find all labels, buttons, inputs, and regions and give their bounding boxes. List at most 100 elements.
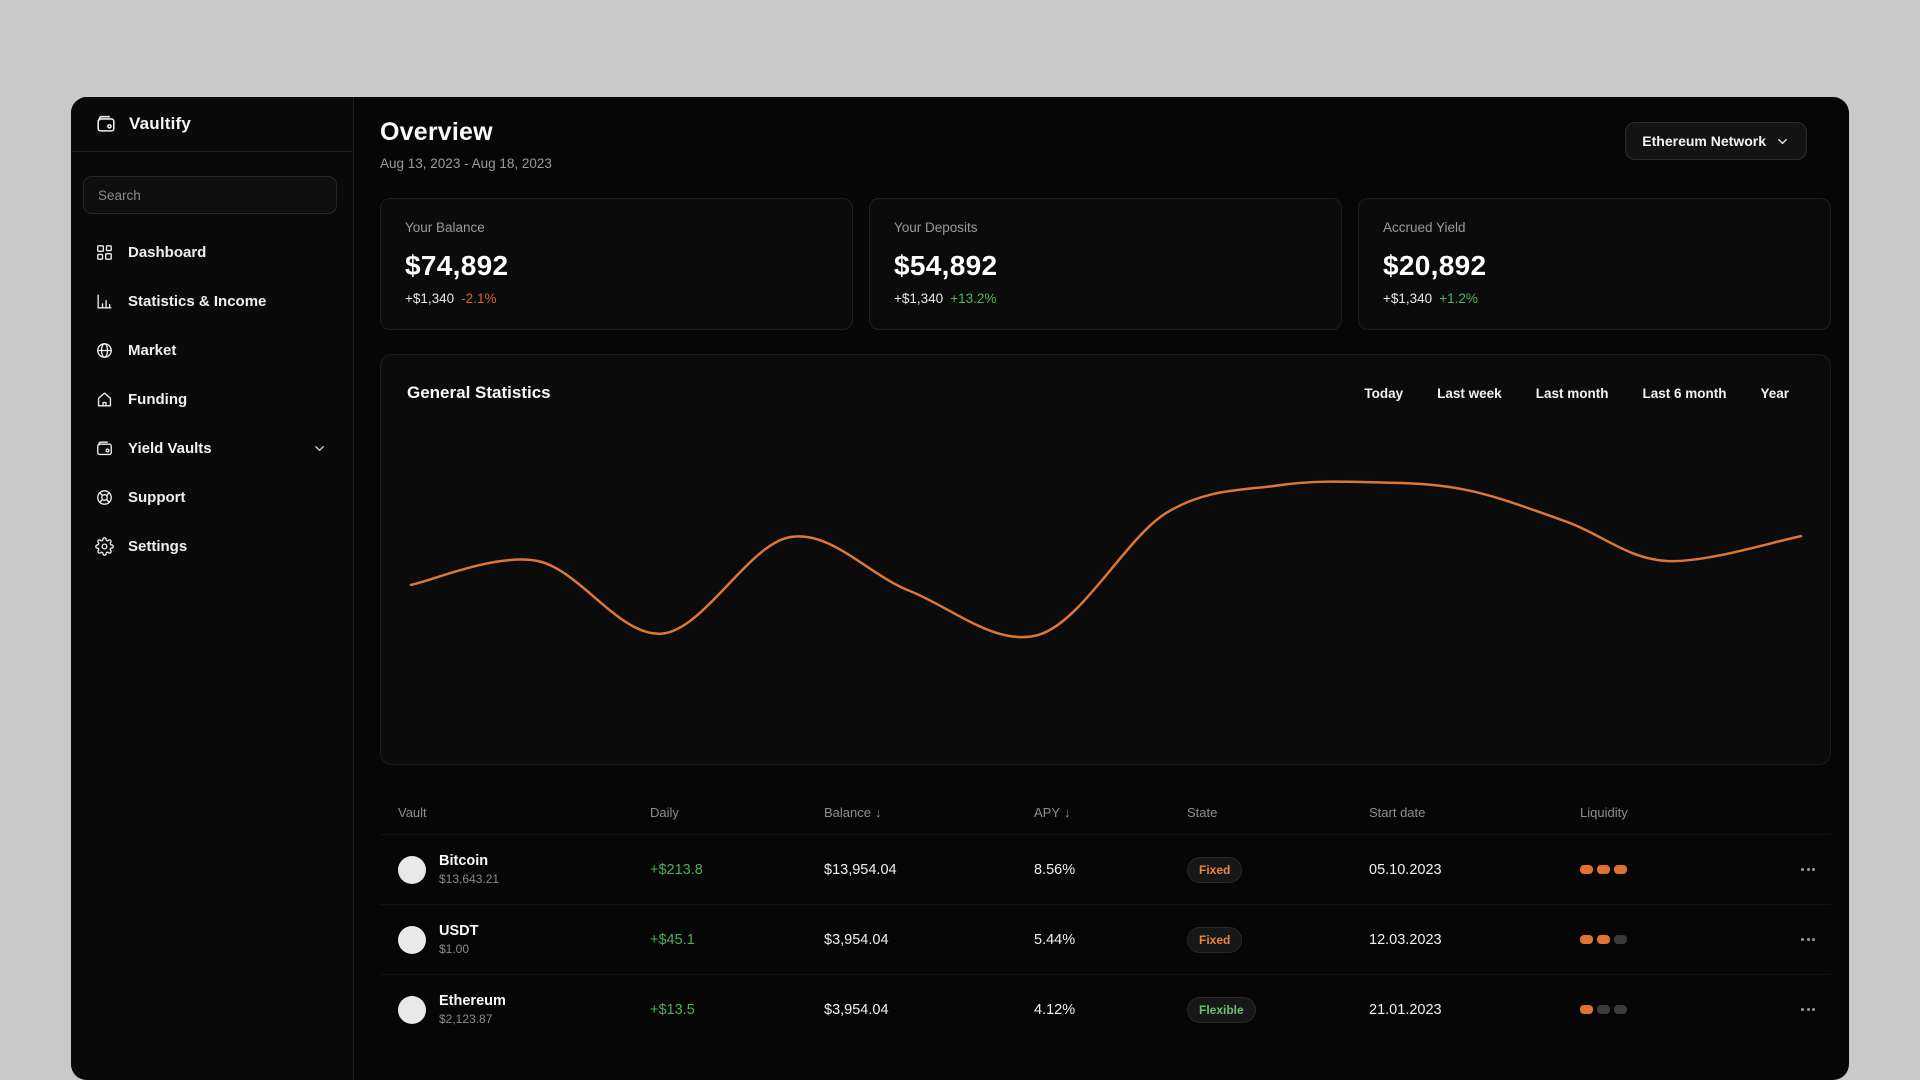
stat-change-percent: +1.2% [1439,291,1478,306]
sidebar: Vaultify Dashboard [71,97,354,1080]
table-header-row: Vault Daily Balance ↓ APY ↓ State Start da… [380,790,1831,834]
vault-avatar [398,925,426,954]
apy-value: 8.56% [1034,861,1076,878]
stat-card-label: Your Balance [405,220,485,235]
lifebuoy-icon [95,488,114,507]
home-icon [95,390,114,409]
wallet-logo-icon [95,113,117,135]
network-selector-button[interactable]: Ethereum Network [1625,122,1807,160]
page-title: Overview [380,118,493,146]
stat-change-percent: +13.2% [950,291,997,306]
statistics-line-chart [409,480,1803,639]
liquidity-indicator [1580,1005,1758,1014]
sidebar-item-settings[interactable]: Settings [71,522,353,571]
stat-cards-row: Your Balance $74,892 +$1,340 -2.1% Your … [380,198,1831,330]
vault-price: $2,123.87 [439,1012,493,1026]
gear-icon [95,537,114,556]
stat-change-amount: +$1,340 [894,291,944,306]
sidebar-item-yield-vaults[interactable]: Yield Vaults [71,424,353,473]
stat-card-deposits: Your Deposits $54,892 +$1,340 +13.2% [869,198,1342,330]
table-row[interactable]: Ethereum $2,123.87 +$13.5 $3,954.04 4.12… [380,974,1831,1044]
general-statistics-panel: General Statistics Today Last week Last … [380,354,1831,765]
stat-change-amount: +$1,340 [1383,291,1433,306]
row-menu-button[interactable] [1758,868,1831,871]
column-header-vault[interactable]: Vault [398,805,650,820]
app-window: Vaultify Dashboard [71,97,1849,1080]
ellipsis-icon [1801,868,1804,871]
app-logo: Vaultify [71,97,353,152]
stat-card-balance: Your Balance $74,892 +$1,340 -2.1% [380,198,853,330]
ellipsis-icon [1801,1008,1804,1011]
sidebar-item-label: Support [128,489,186,506]
liquidity-indicator [1580,935,1758,944]
main-content: Overview Aug 13, 2023 - Aug 18, 2023 Eth… [354,97,1849,1080]
column-header-daily[interactable]: Daily [650,805,824,820]
vault-avatar [398,995,426,1024]
sidebar-item-label: Market [128,342,177,359]
sort-desc-icon: ↓ [874,804,882,820]
sidebar-item-label: Yield Vaults [128,440,212,457]
state-badge: Fixed [1187,856,1243,883]
start-date: 21.01.2023 [1369,1001,1442,1018]
balance-value: $13,954.04 [824,861,897,878]
date-range: Aug 13, 2023 - Aug 18, 2023 [380,156,552,171]
vault-name: Ethereum [439,993,506,1009]
state-badge: Fixed [1187,926,1243,953]
sidebar-item-label: Funding [128,391,188,408]
table-row[interactable]: Bitcoin $13,643.21 +$213.8 $13,954.04 8.… [380,834,1831,904]
sidebar-item-market[interactable]: Market [71,326,353,375]
ellipsis-icon [1801,938,1804,941]
state-badge: Flexible [1187,996,1256,1023]
daily-change: +$13.5 [650,1001,695,1018]
start-date: 12.03.2023 [1369,931,1442,948]
daily-change: +$213.8 [650,861,703,878]
column-header-liquidity[interactable]: Liquidity [1580,805,1758,820]
dashboard-grid-icon [95,243,114,262]
stat-card-label: Accrued Yield [1383,220,1466,235]
bar-chart-icon [95,292,114,311]
column-header-apy[interactable]: APY ↓ [1034,805,1187,820]
balance-value: $3,954.04 [824,931,889,948]
sidebar-nav: Dashboard Statistics & Income Market Fun… [71,228,353,571]
wallet-icon [95,439,114,458]
column-header-state[interactable]: State [1187,805,1369,820]
sort-desc-icon: ↓ [1064,804,1071,820]
vault-avatar [398,855,426,884]
vault-name: USDT [439,923,479,939]
sidebar-item-label: Statistics & Income [128,293,267,310]
apy-value: 5.44% [1034,931,1076,948]
stat-card-value: $54,892 [894,250,998,281]
liquidity-indicator [1580,865,1758,874]
chevron-down-icon [1775,134,1790,149]
globe-icon [95,341,114,360]
stat-card-value: $74,892 [405,250,509,281]
stat-change-amount: +$1,340 [405,291,455,306]
apy-value: 4.12% [1034,1001,1076,1018]
vault-price: $1.00 [439,942,470,956]
sidebar-item-funding[interactable]: Funding [71,375,353,424]
stat-card-value: $20,892 [1383,250,1487,281]
app-name: Vaultify [129,114,192,133]
vaults-table: Vault Daily Balance ↓ APY ↓ State Start da… [380,790,1831,1044]
sidebar-item-label: Dashboard [128,244,207,261]
vault-price: $13,643.21 [439,872,500,886]
search-input[interactable] [83,176,337,214]
column-header-start-date[interactable]: Start date [1369,805,1580,820]
stat-change-percent: -2.1% [461,291,497,306]
sidebar-item-dashboard[interactable]: Dashboard [71,228,353,277]
chevron-down-icon[interactable] [312,441,327,456]
sidebar-item-statistics-income[interactable]: Statistics & Income [71,277,353,326]
stat-card-accrued-yield: Accrued Yield $20,892 +$1,340 +1.2% [1358,198,1831,330]
sidebar-item-support[interactable]: Support [71,473,353,522]
vault-name: Bitcoin [439,853,489,869]
table-row[interactable]: USDT $1.00 +$45.1 $3,954.04 5.44% Fixed … [380,904,1831,974]
sidebar-item-label: Settings [128,538,188,555]
row-menu-button[interactable] [1758,938,1831,941]
network-selector-label: Ethereum Network [1642,133,1766,149]
row-menu-button[interactable] [1758,1008,1831,1011]
balance-value: $3,954.04 [824,1001,889,1018]
start-date: 05.10.2023 [1369,861,1442,878]
column-header-balance[interactable]: Balance ↓ [824,805,1034,820]
stat-card-label: Your Deposits [894,220,978,235]
daily-change: +$45.1 [650,931,695,948]
